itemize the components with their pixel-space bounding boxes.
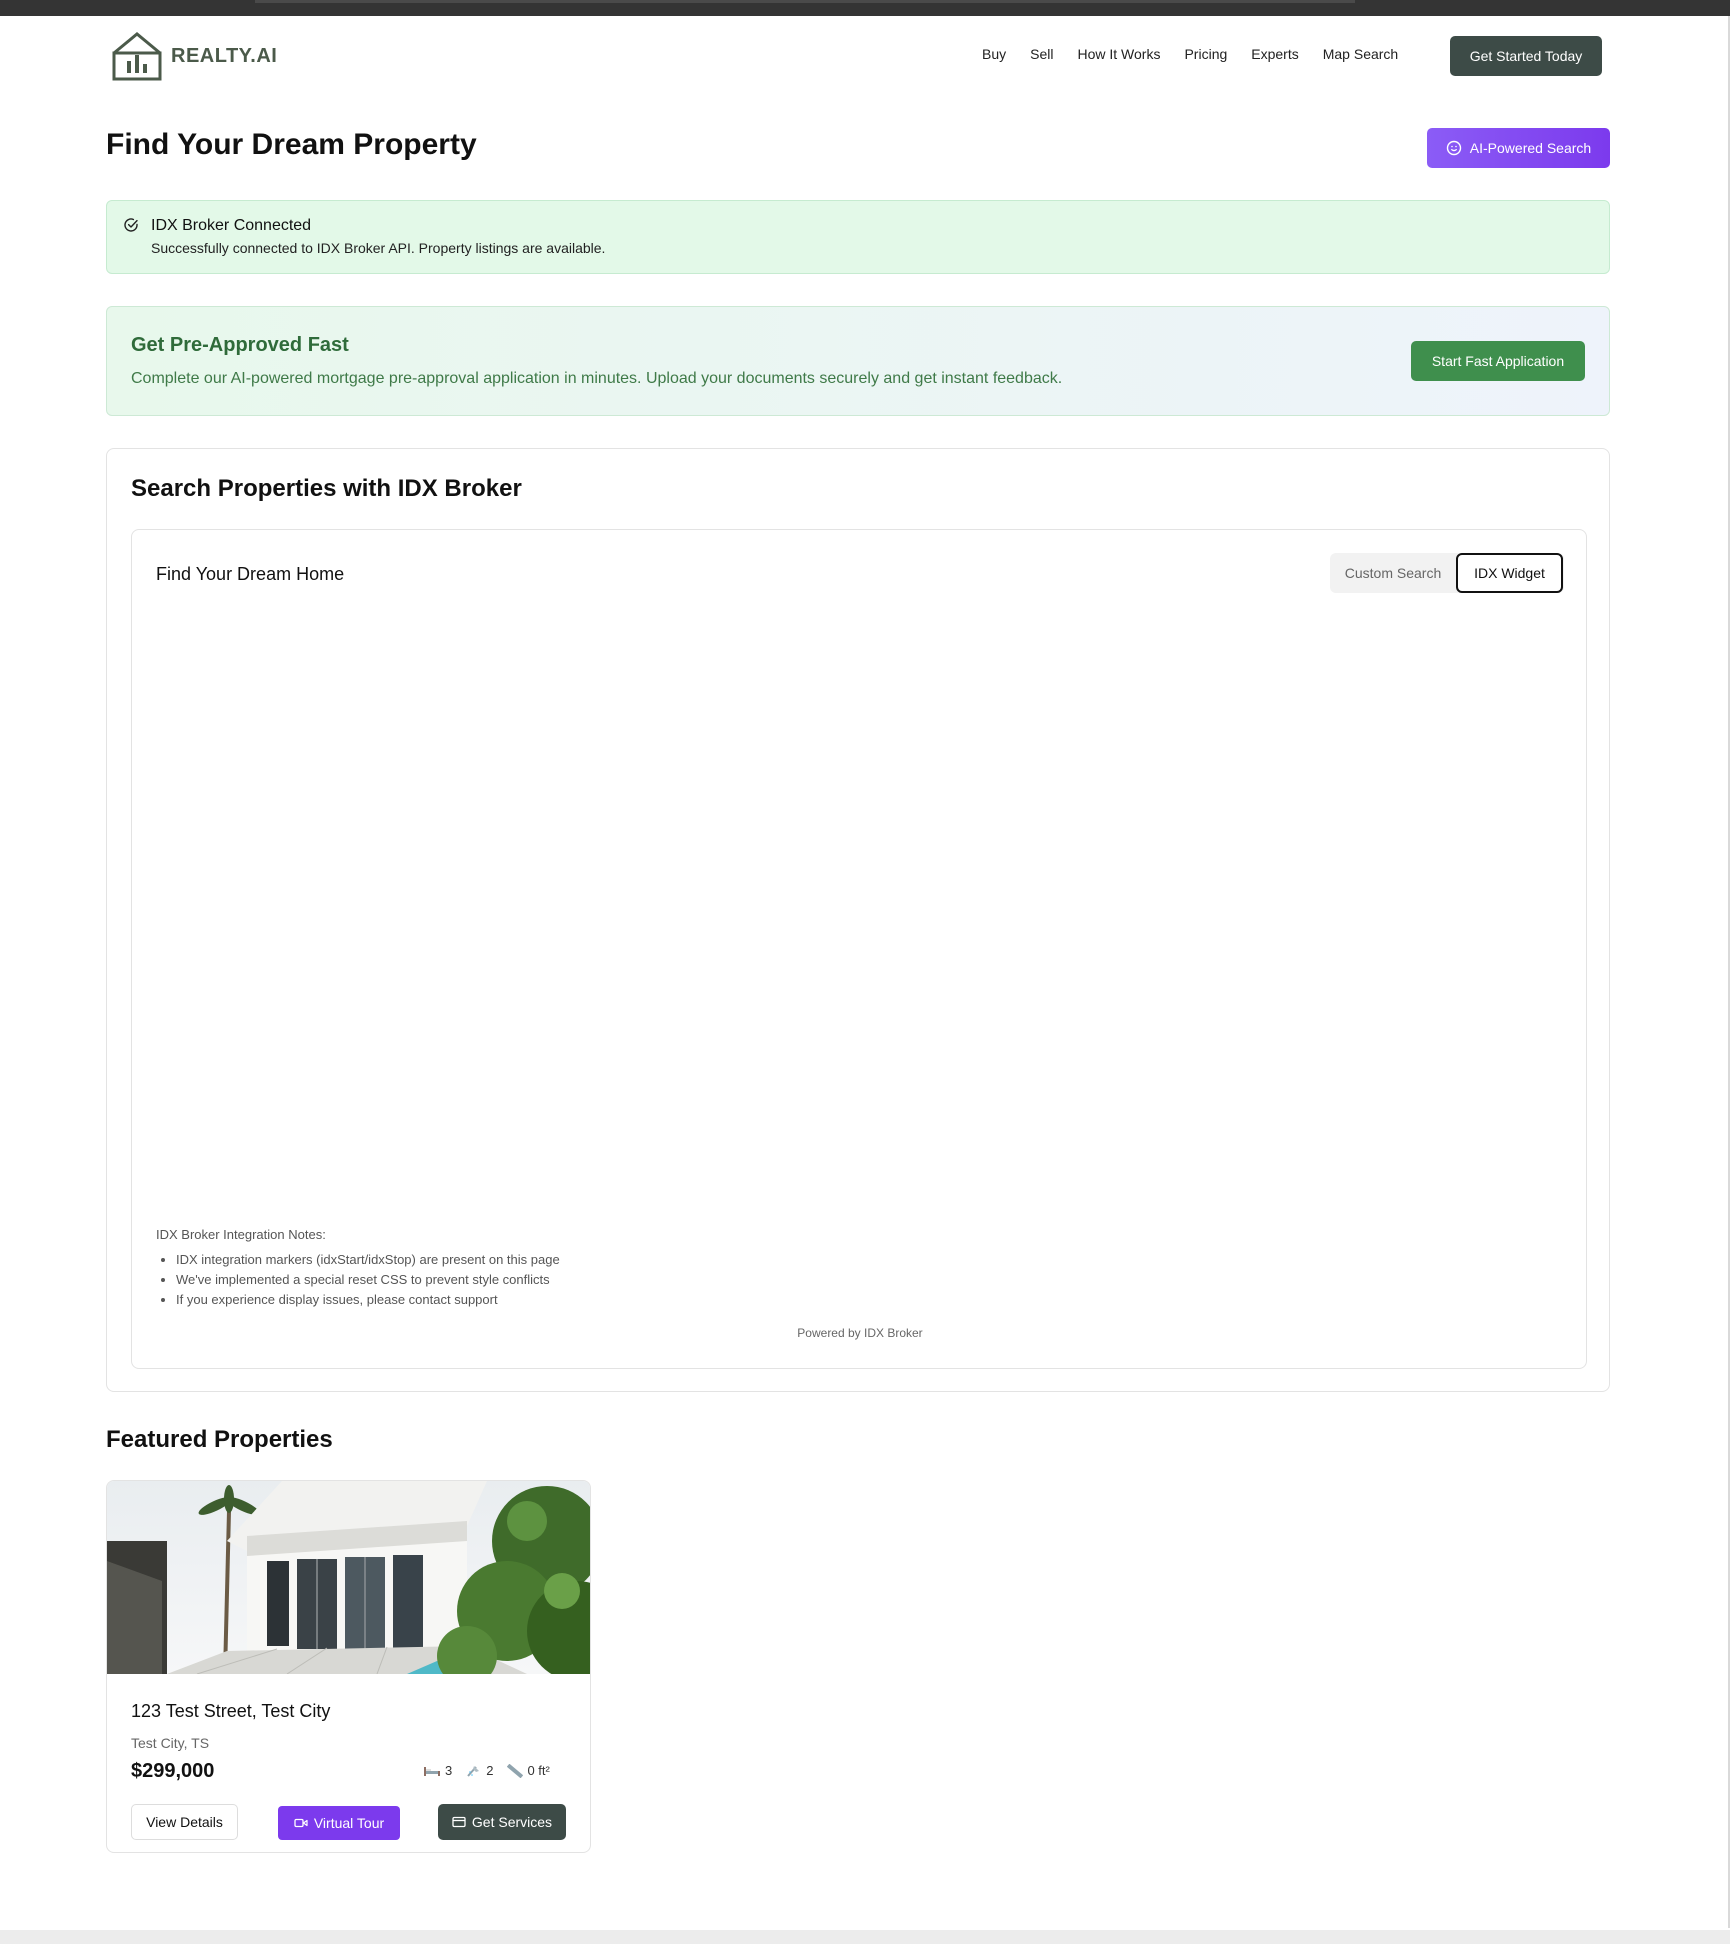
nav-link-pricing[interactable]: Pricing xyxy=(1184,46,1227,62)
tab-custom-search[interactable]: Custom Search xyxy=(1330,553,1456,593)
widget-title: Find Your Dream Home xyxy=(156,564,345,584)
nav-link-experts[interactable]: Experts xyxy=(1251,46,1298,62)
featured-title: Featured Properties xyxy=(106,1426,333,1453)
nav-link-buy[interactable]: Buy xyxy=(982,46,1006,62)
list-item: IDX integration markers (idxStart/idxSto… xyxy=(176,1250,956,1270)
site-header: REALTY.AI Buy Sell How It Works Pricing … xyxy=(0,16,1728,96)
browser-top-bar xyxy=(0,0,1730,16)
virtual-tour-button[interactable]: Virtual Tour xyxy=(278,1806,400,1840)
house-chart-icon xyxy=(112,32,162,81)
browser-bottom-bar xyxy=(0,1930,1730,1944)
start-fast-application-button[interactable]: Start Fast Application xyxy=(1411,341,1585,381)
area-value: 0 ft² xyxy=(527,1763,550,1778)
view-details-button[interactable]: View Details xyxy=(131,1804,238,1840)
check-circle-icon xyxy=(124,218,138,232)
beds-count: 3 xyxy=(445,1763,453,1778)
idx-widget-card: Find Your Dream Home Custom Search IDX W… xyxy=(131,529,1587,1369)
property-city: Test City, TS xyxy=(131,1735,210,1751)
nav-link-map-search[interactable]: Map Search xyxy=(1323,46,1398,62)
main-nav: Buy Sell How It Works Pricing Experts Ma… xyxy=(982,46,1422,62)
integration-notes: IDX Broker Integration Notes: IDX integr… xyxy=(156,1227,956,1310)
property-stats: 3 2 0 ft² xyxy=(423,1763,550,1778)
notes-list: IDX integration markers (idxStart/idxSto… xyxy=(156,1250,956,1310)
bed-icon xyxy=(424,1766,440,1776)
browser-tab-strip xyxy=(255,0,1355,3)
virtual-tour-label: Virtual Tour xyxy=(313,1815,385,1831)
search-mode-toggle: Custom Search IDX Widget xyxy=(1330,553,1564,593)
tab-idx-widget[interactable]: IDX Widget xyxy=(1456,553,1563,593)
get-services-label: Get Services xyxy=(471,1814,553,1830)
preapproval-banner: Get Pre-Approved Fast Complete our AI-po… xyxy=(106,306,1610,416)
page-title: Find Your Dream Property xyxy=(106,128,477,161)
area-stat: 0 ft² xyxy=(507,1763,550,1778)
shower-icon xyxy=(467,1765,480,1777)
alert-title: IDX Broker Connected xyxy=(151,217,312,234)
ai-powered-search-button[interactable]: AI-Powered Search xyxy=(1427,128,1610,168)
beds-stat: 3 xyxy=(423,1763,452,1778)
get-started-button[interactable]: Get Started Today xyxy=(1450,36,1602,76)
idx-search-section: Search Properties with IDX Broker Find Y… xyxy=(106,448,1610,1392)
search-section-title: Search Properties with IDX Broker xyxy=(131,475,522,502)
video-camera-icon xyxy=(294,1818,308,1828)
property-photo[interactable] xyxy=(107,1481,591,1674)
preapproval-description: Complete our AI-powered mortgage pre-app… xyxy=(131,370,1063,387)
nav-link-how-it-works[interactable]: How It Works xyxy=(1077,46,1160,62)
smile-icon xyxy=(1446,140,1461,156)
property-price: $299,000 xyxy=(131,1760,215,1782)
connection-alert: IDX Broker Connected Successfully connec… xyxy=(106,200,1610,274)
list-item: If you experience display issues, please… xyxy=(176,1290,956,1310)
card-icon xyxy=(452,1816,466,1828)
powered-by-text: Powered by IDX Broker xyxy=(797,1326,923,1340)
ai-search-label: AI-Powered Search xyxy=(1469,140,1592,156)
brand-logo[interactable]: REALTY.AI xyxy=(111,31,277,81)
brand-name: REALTY.AI xyxy=(171,44,278,67)
property-card: 123 Test Street, Test City Test City, TS… xyxy=(106,1480,591,1853)
get-services-button[interactable]: Get Services xyxy=(438,1804,566,1840)
ruler-icon xyxy=(507,1763,524,1778)
list-item: We've implemented a special reset CSS to… xyxy=(176,1270,956,1290)
notes-title: IDX Broker Integration Notes: xyxy=(156,1227,326,1242)
baths-count: 2 xyxy=(486,1763,494,1778)
nav-link-sell[interactable]: Sell xyxy=(1030,46,1053,62)
property-address: 123 Test Street, Test City xyxy=(131,1701,331,1721)
preapproval-title: Get Pre-Approved Fast xyxy=(131,334,349,356)
baths-stat: 2 xyxy=(466,1763,493,1778)
alert-message: Successfully connected to IDX Broker API… xyxy=(151,240,606,256)
